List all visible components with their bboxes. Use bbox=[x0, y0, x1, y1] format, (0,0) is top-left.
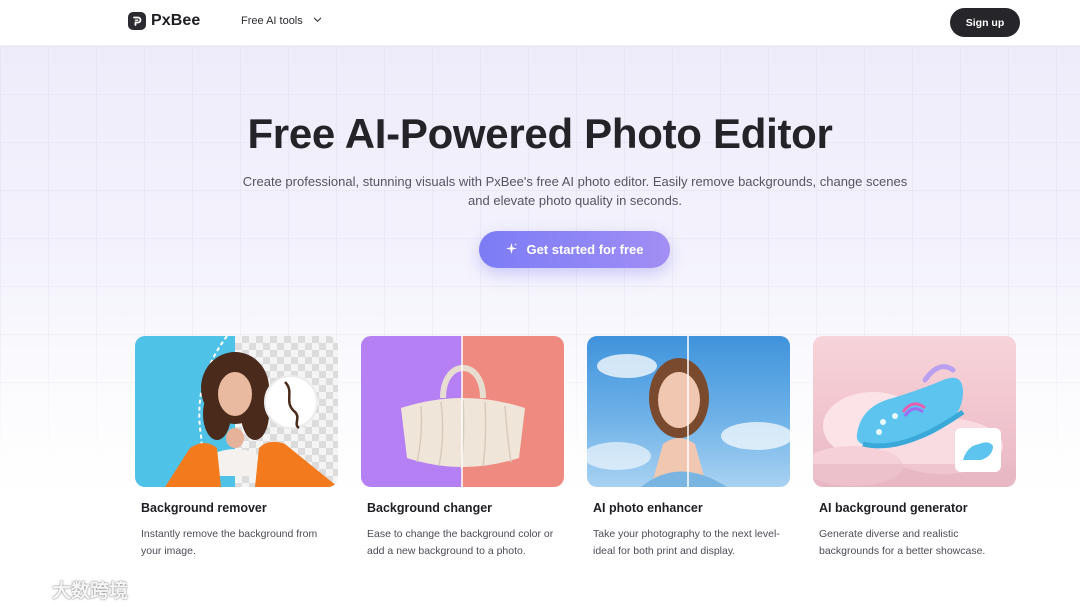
tool-card-ai-background-generator[interactable]: AI background generator Generate diverse… bbox=[813, 336, 1016, 557]
get-started-button[interactable]: Get started for free bbox=[479, 231, 670, 268]
portrait-woman-illustration bbox=[165, 336, 338, 487]
brand-name: PxBee bbox=[151, 12, 201, 29]
watermark-text: 大数跨境 bbox=[52, 580, 129, 602]
handbag-illustration bbox=[401, 336, 525, 487]
card-description: Ease to change the background color or a… bbox=[367, 528, 554, 557]
portrait-girl-illustration bbox=[587, 336, 790, 487]
top-navbar: PxBee Free AI tools Sign up bbox=[0, 0, 1080, 46]
page-title: Free AI-Powered Photo Editor bbox=[247, 110, 833, 157]
background-generator-image bbox=[813, 336, 1016, 487]
hero-section: Free AI-Powered Photo Editor Create prof… bbox=[0, 46, 1080, 611]
get-started-label: Get started for free bbox=[526, 242, 644, 257]
tool-card-ai-photo-enhancer[interactable]: AI photo enhancer Take your photography … bbox=[587, 336, 790, 557]
pxbee-logo-icon bbox=[128, 12, 146, 30]
free-ai-tools-label: Free AI tools bbox=[241, 15, 303, 27]
card-title: Background changer bbox=[367, 501, 493, 515]
background-remover-image bbox=[135, 336, 338, 487]
card-description: Take your photography to the next level-… bbox=[593, 528, 780, 557]
card-title: AI photo enhancer bbox=[593, 501, 703, 515]
signup-button[interactable]: Sign up bbox=[950, 8, 1020, 37]
card-description: Instantly remove the background from you… bbox=[141, 528, 318, 557]
watermark-logo-icon bbox=[10, 575, 47, 604]
background-changer-image bbox=[361, 336, 564, 487]
card-description: Generate diverse and realistic backgroun… bbox=[819, 528, 986, 557]
photo-enhancer-image bbox=[587, 336, 790, 487]
free-ai-tools-menu[interactable]: Free AI tools bbox=[241, 15, 322, 27]
watermark: 大数跨境 bbox=[10, 575, 128, 604]
tool-card-background-changer[interactable]: Background changer Ease to change the ba… bbox=[361, 336, 564, 557]
brand-logo[interactable]: PxBee bbox=[128, 12, 200, 30]
hero-subtitle: Create professional, stunning visuals wi… bbox=[242, 174, 908, 208]
chevron-down-icon bbox=[313, 15, 322, 27]
tool-card-background-remover[interactable]: Background remover Instantly remove the … bbox=[135, 336, 338, 557]
sparkle-icon bbox=[505, 242, 518, 258]
card-title: Background remover bbox=[141, 501, 267, 515]
card-title: AI background generator bbox=[819, 501, 968, 515]
shoe-illustration bbox=[813, 364, 1016, 487]
